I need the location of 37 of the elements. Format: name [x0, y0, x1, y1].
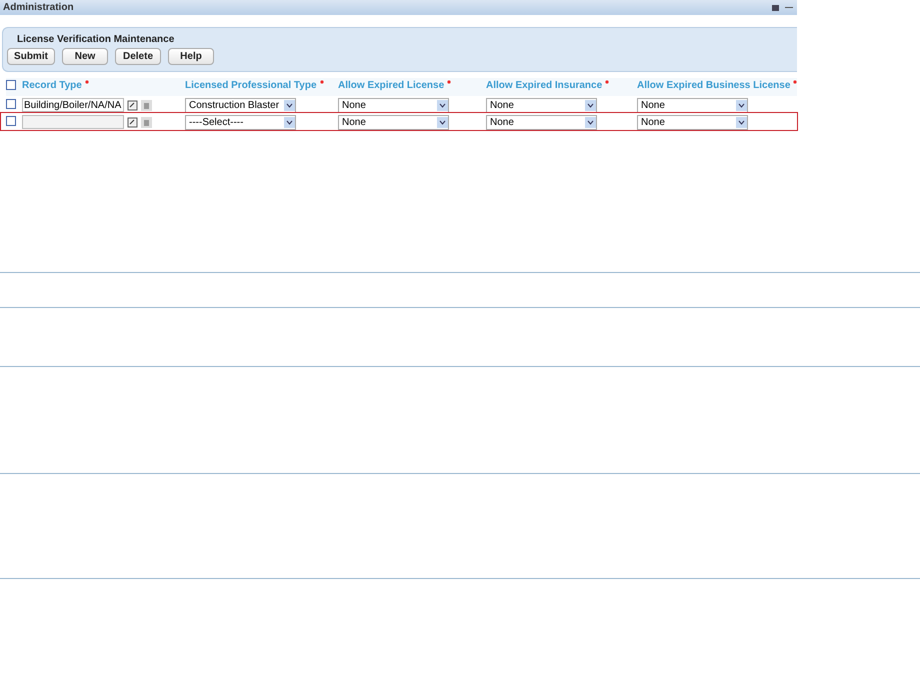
- caret-icon: [585, 116, 596, 128]
- portlet-title: Administration: [3, 2, 74, 13]
- caret-icon: [437, 116, 448, 128]
- column-header: Allow Expired License: [338, 78, 486, 96]
- row-checkbox[interactable]: [6, 99, 16, 109]
- caret-icon: [736, 100, 747, 110]
- row-checkbox[interactable]: [6, 116, 16, 126]
- dropdown[interactable]: None: [338, 114, 449, 130]
- dropdown[interactable]: None: [338, 98, 449, 112]
- table-row[interactable]: ----Select---- None None None: [1, 113, 797, 130]
- dropdown[interactable]: None: [637, 98, 748, 112]
- column-header: Allow Expired Business License: [637, 78, 797, 96]
- toolbar-button[interactable]: New: [62, 48, 108, 65]
- caret-icon: [284, 116, 295, 128]
- caret-icon: [736, 116, 747, 128]
- dropdown[interactable]: Construction Blaster: [185, 98, 296, 112]
- caret-icon: [437, 100, 448, 110]
- toolbar-button[interactable]: Delete: [115, 48, 161, 65]
- column-header: Allow Expired Insurance: [486, 78, 637, 96]
- edit-icon[interactable]: [127, 100, 138, 110]
- caret-icon: [284, 100, 295, 110]
- caret-icon: [585, 100, 596, 110]
- record-type-field[interactable]: Building/Boiler/NA/NA: [22, 98, 124, 112]
- dropdown[interactable]: ----Select----: [185, 114, 296, 130]
- record-type-field[interactable]: [22, 115, 124, 129]
- select-all-checkbox[interactable]: [6, 80, 16, 90]
- toolbar-button[interactable]: Help: [168, 48, 214, 65]
- dropdown[interactable]: None: [486, 98, 597, 112]
- toolbar-button[interactable]: Submit: [7, 48, 55, 65]
- dropdown[interactable]: None: [637, 114, 748, 130]
- form-title: License Verification Maintenance: [17, 34, 176, 45]
- column-header: Record Type: [22, 78, 185, 96]
- minimize-icon[interactable]: [785, 6, 793, 8]
- table-row[interactable]: Building/Boiler/NA/NA Construction Blaster None None None: [1, 96, 797, 113]
- edit-icon[interactable]: [127, 116, 138, 128]
- dropdown[interactable]: None: [486, 114, 597, 130]
- column-header: Licensed Professional Type: [185, 78, 338, 96]
